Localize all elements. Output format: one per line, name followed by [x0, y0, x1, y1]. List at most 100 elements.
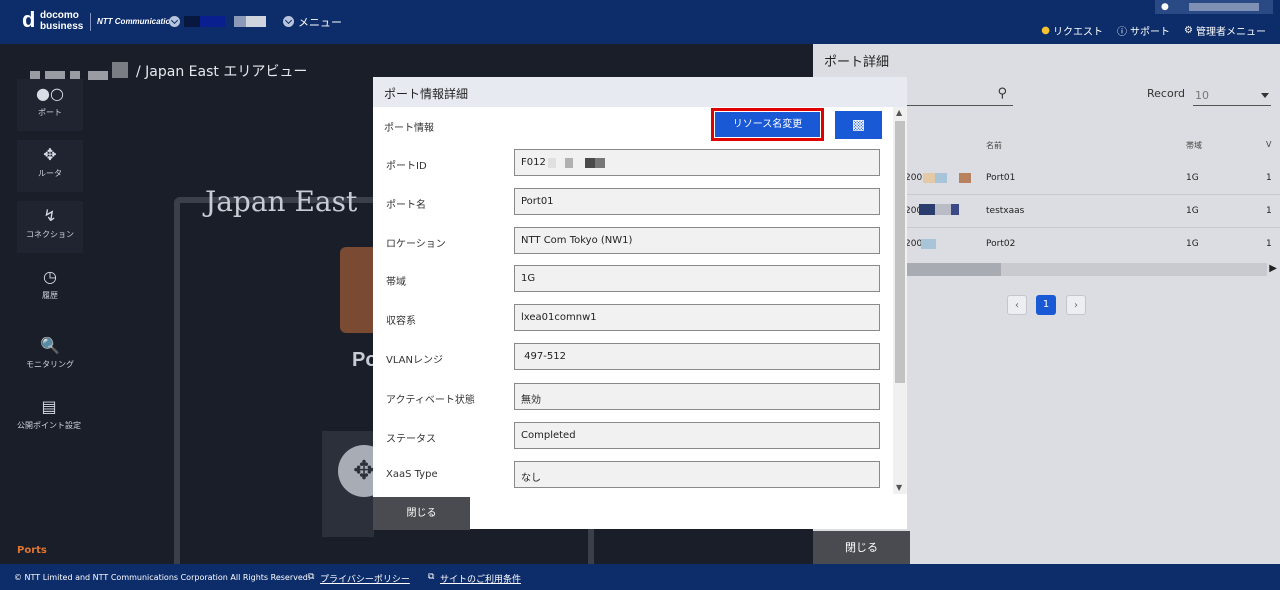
chevron-right-icon: › — [1074, 300, 1078, 311]
field-accommodation: 収容系 lxea01comnw1 — [373, 304, 893, 334]
monitoring-icon: ▩ — [851, 117, 866, 133]
field-value: Completed — [514, 422, 880, 449]
field-label: 帯域 — [386, 277, 406, 288]
user-icon: ● — [1161, 2, 1169, 12]
field-location: ロケーション NTT Com Tokyo (NW1) — [373, 227, 893, 257]
ntt-com-logo: NTT Communications — [90, 13, 180, 31]
field-vlan-range: VLANレンジ 497-512 — [373, 343, 893, 373]
user-account[interactable]: ● — [1155, 0, 1273, 14]
record-value: 10 — [1195, 89, 1209, 102]
port-info-modal: ポート情報詳細 ポート情報 リソース名変更 ▩ ポートID F012 ポート名 … — [373, 77, 907, 530]
ports-label: Ports — [17, 545, 47, 556]
field-value: 無効 — [514, 383, 880, 410]
router-icon: ✥ — [43, 145, 57, 164]
row-v: 1 — [1266, 239, 1272, 249]
logo-mark: d — [22, 7, 36, 32]
copyright: © NTT Limited and NTT Communications Cor… — [14, 573, 311, 582]
support-label: サポート — [1130, 27, 1171, 38]
port-node[interactable] — [340, 247, 374, 333]
admin-menu-link[interactable]: ⚙ 管理者メニュー — [1184, 23, 1266, 38]
docomo-business-logo[interactable]: d docomo business — [22, 9, 84, 33]
external-link-icon: ⧉ — [308, 572, 315, 582]
field-port-id: ポートID F012 — [373, 149, 893, 179]
page-number: 1 — [1042, 299, 1050, 310]
field-xaas-type: XaaS Type なし — [373, 461, 893, 491]
field-value-text: F012 — [521, 157, 546, 168]
sidebar-item-monitoring[interactable]: 🔍 モニタリング — [17, 331, 83, 383]
support-link[interactable]: ⓘ サポート — [1117, 23, 1170, 38]
field-value: Port01 — [514, 188, 880, 215]
redacted-block — [234, 16, 246, 27]
modal-close-button[interactable]: 閉じる — [373, 497, 470, 530]
chevron-left-icon: ‹ — [1015, 300, 1019, 311]
sidebar-item-connection[interactable]: ↯ コネクション — [17, 201, 83, 253]
field-value: なし — [514, 461, 880, 488]
prev-page-button[interactable]: ‹ — [1007, 295, 1027, 315]
field-label: VLANレンジ — [386, 355, 443, 366]
public-point-icon: ▤ — [41, 397, 57, 416]
ntt-logo-text: NTT Communications — [97, 17, 180, 26]
chevron-down-icon — [1261, 93, 1269, 98]
footer: © NTT Limited and NTT Communications Cor… — [0, 564, 1280, 590]
rename-resource-button[interactable]: リソース名変更 — [711, 108, 824, 141]
next-page-button[interactable]: › — [1066, 295, 1086, 315]
column-header-v: V — [1266, 140, 1272, 149]
field-label: ポートID — [386, 161, 427, 172]
column-header-bandwidth: 帯域 — [1186, 141, 1202, 150]
field-label: ロケーション — [386, 239, 446, 250]
search-icon[interactable]: ⚲ — [997, 86, 1007, 101]
sidebar-item-label: 履歴 — [42, 291, 58, 300]
row-name: Port01 — [986, 173, 1016, 183]
sidebar-item-history[interactable]: ◷ 履歴 — [17, 262, 83, 314]
region-label: Japan East — [205, 185, 358, 218]
section-label: ポート情報 — [384, 123, 434, 134]
field-port-name: ポート名 Port01 — [373, 188, 893, 218]
history-icon: ◷ — [43, 267, 57, 286]
sidebar-item-label: ルータ — [38, 169, 62, 178]
redacted-block — [1189, 3, 1259, 11]
redacted-block — [921, 239, 951, 249]
sidebar-item-public-point[interactable]: ▤ 公開ポイント設定 — [14, 392, 84, 444]
page-button[interactable]: 1 — [1036, 295, 1056, 315]
field-value: NTT Com Tokyo (NW1) — [514, 227, 880, 254]
router-node[interactable]: ✥ — [322, 431, 390, 537]
monitoring-button[interactable]: ▩ — [835, 111, 882, 139]
terms-of-use-link[interactable]: サイトのご利用条件 — [440, 572, 521, 585]
chevron-up-icon[interactable]: ▲ — [896, 108, 902, 117]
request-link[interactable]: ● リクエスト — [1041, 23, 1103, 38]
rename-label: リソース名変更 — [715, 112, 820, 137]
chevron-down-icon[interactable] — [283, 16, 294, 27]
menu-button[interactable]: メニュー — [298, 14, 342, 30]
row-v: 1 — [1266, 206, 1272, 216]
field-value: 497-512 — [514, 343, 880, 370]
privacy-policy-link[interactable]: プライバシーポリシー — [320, 572, 410, 585]
field-value: lxea01comnw1 — [514, 304, 880, 331]
connection-icon: ↯ — [43, 206, 57, 225]
chevron-down-icon[interactable] — [169, 16, 180, 27]
vertical-scrollbar[interactable]: ▲ ▼ — [893, 107, 907, 494]
row-name: Port02 — [986, 239, 1016, 249]
header-links: ● リクエスト ⓘ サポート ⚙ 管理者メニュー — [1041, 23, 1266, 38]
record-select[interactable]: 10 — [1193, 84, 1271, 106]
logo-line1: docomo — [40, 10, 79, 21]
modal-header: ポート情報詳細 — [373, 77, 907, 107]
column-header-name: 名前 — [986, 141, 1002, 150]
row-number: 200 — [905, 239, 923, 249]
chevron-right-icon[interactable]: ▶ — [1269, 263, 1277, 274]
field-value: F012 — [514, 149, 880, 176]
panel-title: ポート詳細 — [824, 55, 890, 70]
top-bar: d docomo business NTT Communications メニュ… — [0, 0, 1280, 44]
sidebar-item-port[interactable]: ●○ ポート — [17, 79, 83, 131]
field-value: 1G — [514, 265, 880, 292]
panel-close-button[interactable]: 閉じる — [813, 531, 910, 564]
redacted-block — [565, 158, 573, 168]
sidebar-item-label: 公開ポイント設定 — [17, 421, 81, 430]
close-label: 閉じる — [406, 508, 437, 519]
modal-title: ポート情報詳細 — [384, 87, 469, 101]
request-icon: ● — [1041, 25, 1051, 36]
redacted-block — [548, 158, 556, 168]
scrollbar-thumb[interactable] — [895, 121, 905, 383]
chevron-down-icon[interactable]: ▼ — [896, 483, 902, 492]
map-title: / Japan East エリアビュー — [136, 64, 308, 80]
sidebar-item-router[interactable]: ✥ ルータ — [17, 140, 83, 192]
